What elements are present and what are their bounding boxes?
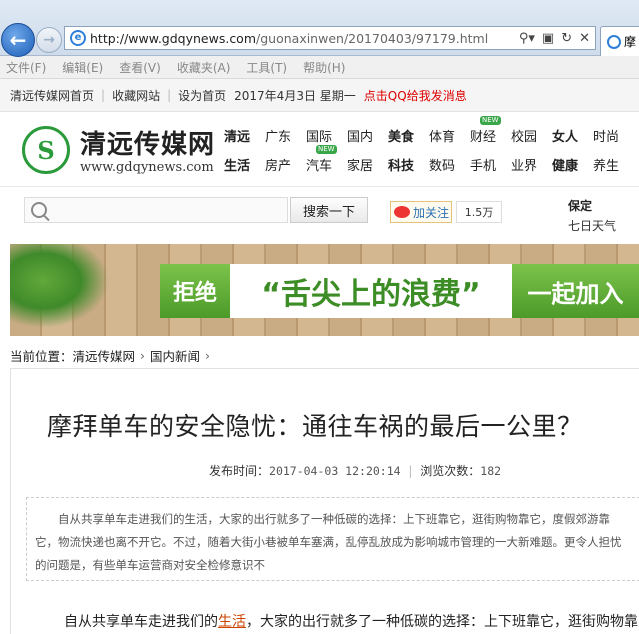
chevron-right-icon: › xyxy=(140,348,146,363)
address-bar[interactable]: e http://www.gdqynews.com /guonaxinwen/2… xyxy=(64,26,596,50)
view-count: 182 xyxy=(480,464,502,478)
nav-finance[interactable]: NEW 财经 xyxy=(470,116,511,145)
site-logo-url: www.gdqynews.com xyxy=(80,160,214,175)
banner-text-slogan: “舌尖上的浪费” xyxy=(261,277,481,312)
banner-text-join: 一起加入 xyxy=(512,264,639,318)
article-body: 自从共享单车走进我们的生活，大家的出行就多了一种低碳的选择：上下班靠它，逛街购物… xyxy=(64,614,638,630)
divider: | xyxy=(101,88,106,102)
site-logo-title[interactable]: 清远传媒网 xyxy=(80,124,215,161)
top-links-bar: 清远传媒网首页 | 收藏网站 | 设为首页 2017年4月3日 星期一 点击QQ… xyxy=(0,79,639,112)
article-summary: 自从共享单车走进我们的生活，大家的出行就多了一种低碳的选择：上下班靠它，逛街购物… xyxy=(26,497,639,581)
tab-label: 摩 xyxy=(624,35,637,49)
breadcrumb: 当前位置： 清远传媒网 › 国内新闻 › xyxy=(10,346,215,365)
nav-food[interactable]: 美食 xyxy=(388,126,429,145)
refresh-icon[interactable]: ↻ xyxy=(561,31,572,46)
nav-industry[interactable]: 业界 xyxy=(511,155,552,174)
nav-sports[interactable]: 体育 xyxy=(429,126,470,145)
article: 摩拜单车的安全隐忧：通往车祸的最后一公里？ 发布时间：2017-04-03 12… xyxy=(10,368,639,634)
logo-icon[interactable]: S xyxy=(22,126,70,174)
publish-time: 2017-04-03 12:20:14 xyxy=(269,464,401,478)
weibo-follower-count: 1.5万 xyxy=(456,201,502,223)
url-path: /guonaxinwen/20170403/97179.html xyxy=(256,30,489,46)
menu-file[interactable]: 文件(F) xyxy=(6,59,46,76)
search-button[interactable]: 搜索一下 xyxy=(290,197,368,223)
article-meta: 发布时间：2017-04-03 12:20:14 | 浏览次数：182 xyxy=(209,464,502,478)
ad-banner[interactable]: 拒绝 “舌尖上的浪费” 一起加入 xyxy=(10,244,639,336)
weather-forecast-link[interactable]: 七日天气 xyxy=(568,217,616,234)
back-arrow-icon: ← xyxy=(9,28,27,52)
nav-fashion[interactable]: 时尚 xyxy=(593,126,634,145)
browser-tab[interactable]: 摩 xyxy=(600,26,639,56)
close-icon[interactable]: ✕ xyxy=(579,31,590,46)
menu-help[interactable]: 帮助(H) xyxy=(303,59,345,76)
weibo-follow-button[interactable]: 加关注 xyxy=(390,201,452,223)
nav-international[interactable]: 国际 xyxy=(306,126,347,145)
forward-arrow-icon: → xyxy=(43,32,55,48)
nav-digital[interactable]: 数码 xyxy=(429,155,470,174)
search-icon[interactable]: ⚲▾ xyxy=(519,31,535,46)
menu-edit[interactable]: 编辑(E) xyxy=(62,59,103,76)
menu-view[interactable]: 查看(V) xyxy=(119,59,161,76)
home-link[interactable]: 清远传媒网首页 xyxy=(10,87,94,104)
browser-chrome: ← → e http://www.gdqynews.com /guonaxinw… xyxy=(0,0,639,57)
new-badge: NEW xyxy=(480,116,501,125)
weather-city: 保定 xyxy=(568,199,593,213)
breadcrumb-home[interactable]: 清远传媒网 xyxy=(73,346,136,365)
qq-message-link[interactable]: 点击QQ给我发消息 xyxy=(364,87,467,104)
nav-realestate[interactable]: 房产 xyxy=(265,155,306,174)
leaves-decoration xyxy=(10,244,120,336)
bookmark-link[interactable]: 收藏网站 xyxy=(112,87,160,104)
search-input[interactable] xyxy=(24,197,288,223)
url-host: http://www.gdqynews.com xyxy=(90,30,257,46)
current-date: 2017年4月3日 星期一 xyxy=(234,88,356,103)
breadcrumb-domestic[interactable]: 国内新闻 xyxy=(150,346,200,365)
nav-tech[interactable]: 科技 xyxy=(388,155,429,174)
nav-qingyuan[interactable]: 清远 xyxy=(224,126,265,145)
keyword-link[interactable]: 生活 xyxy=(218,614,246,630)
new-badge: NEW xyxy=(316,145,337,154)
site-header: S 清远传媒网 www.gdqynews.com 清远 广东 国际 国内 美食 … xyxy=(0,110,639,186)
nav-guangdong[interactable]: 广东 xyxy=(265,126,306,145)
nav-mobile[interactable]: 手机 xyxy=(470,155,511,174)
menu-favorites[interactable]: 收藏夹(A) xyxy=(177,59,231,76)
nav-home[interactable]: 家居 xyxy=(347,155,388,174)
menu-tools[interactable]: 工具(T) xyxy=(246,59,287,76)
banner-text-reject: 拒绝 xyxy=(160,264,230,318)
forward-button[interactable]: → xyxy=(36,27,62,53)
magnifier-icon xyxy=(31,202,47,218)
lock-icon[interactable]: ▣ xyxy=(542,31,554,46)
nav-campus[interactable]: 校园 xyxy=(511,126,552,145)
category-nav: 清远 广东 国际 国内 美食 体育 NEW 财经 校园 女人 时尚 生活 房产 N… xyxy=(224,116,634,174)
article-title: 摩拜单车的安全隐忧：通往车祸的最后一公里？ xyxy=(47,412,583,441)
chevron-right-icon: › xyxy=(205,348,211,363)
nav-domestic[interactable]: 国内 xyxy=(347,126,388,145)
breadcrumb-label: 当前位置： xyxy=(10,349,73,364)
weibo-icon xyxy=(394,206,410,218)
set-home-link[interactable]: 设为首页 xyxy=(178,87,226,104)
nav-health[interactable]: 健康 xyxy=(552,155,593,174)
ie-page-icon: e xyxy=(70,30,86,46)
nav-life[interactable]: 生活 xyxy=(224,155,265,174)
nav-wellness[interactable]: 养生 xyxy=(593,155,634,174)
divider: | xyxy=(167,88,172,102)
nav-auto[interactable]: NEW 汽车 xyxy=(306,145,347,174)
back-button[interactable]: ← xyxy=(1,23,35,57)
menu-bar: 文件(F) 编辑(E) 查看(V) 收藏夹(A) 工具(T) 帮助(H) xyxy=(0,56,639,79)
ie-tab-icon xyxy=(607,34,621,49)
search-row: 搜索一下 加关注 1.5万 保定 七日天气 xyxy=(0,186,639,237)
nav-women[interactable]: 女人 xyxy=(552,126,593,145)
